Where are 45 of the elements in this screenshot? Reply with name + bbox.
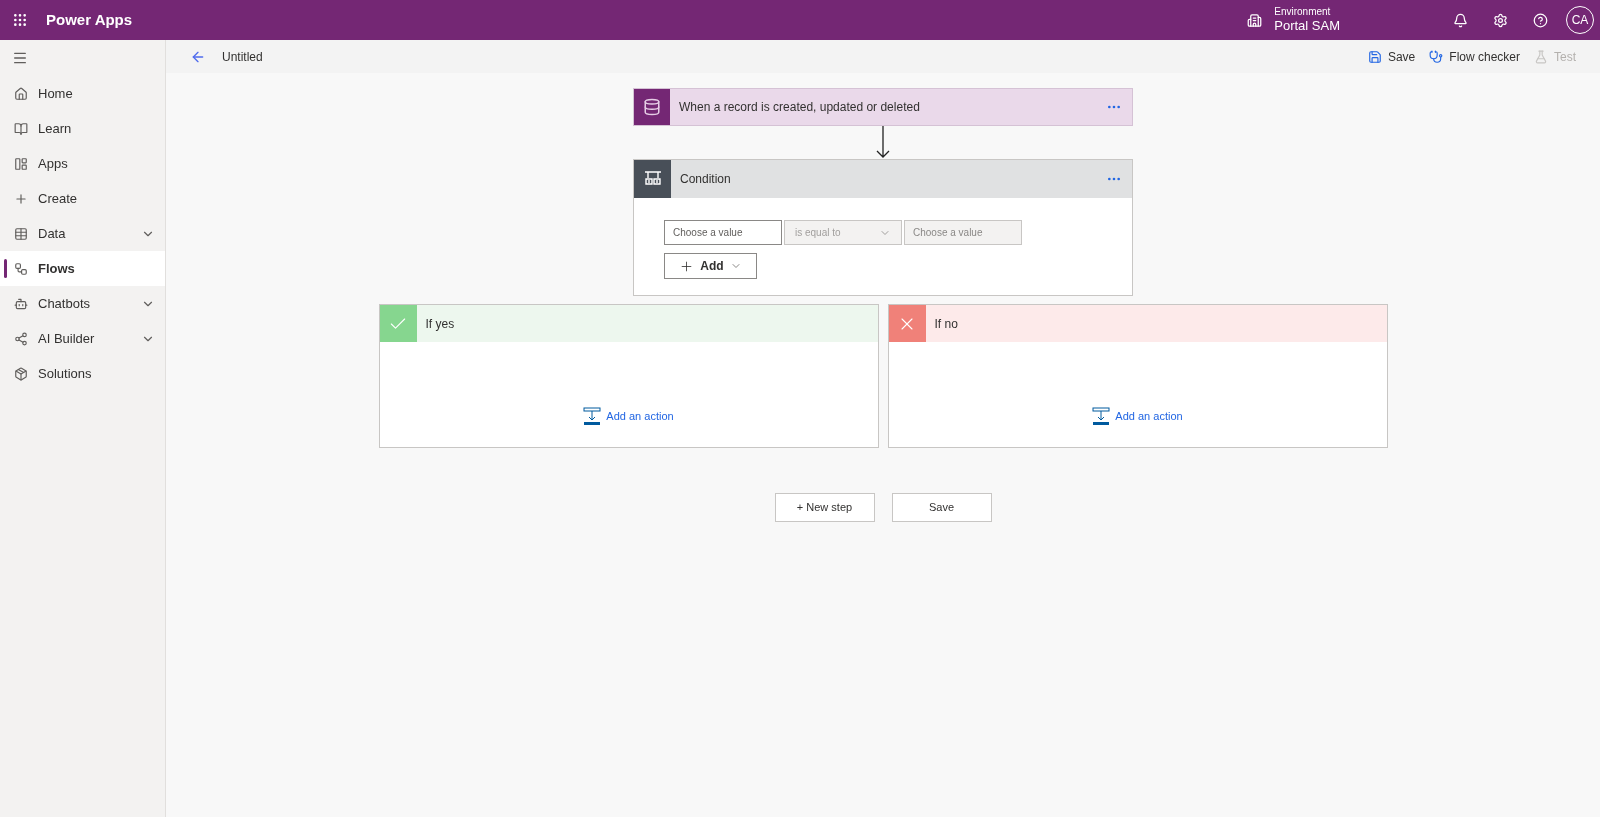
footer-button[interactable]: + New step — [774, 493, 875, 522]
add-button[interactable]: Add — [664, 253, 757, 279]
trigger-title: When a record is created, updated or deleted — [679, 99, 921, 116]
branch-title: If no — [934, 315, 958, 333]
home-icon — [14, 86, 28, 101]
package-icon — [14, 366, 28, 381]
environment-name[interactable]: Portal SAM — [1274, 18, 1340, 35]
flow-title: Untitled — [222, 48, 263, 66]
nodes-icon — [14, 331, 28, 346]
database-icon — [643, 98, 661, 116]
sidebar-item[interactable]: Chatbots — [0, 286, 165, 321]
sidebar-item[interactable]: Create — [0, 181, 165, 216]
condition-title: Condition — [680, 171, 732, 188]
sidebar-item[interactable]: Home — [0, 76, 165, 111]
book-icon — [14, 121, 28, 136]
footer-button[interactable]: Save — [891, 493, 992, 522]
command-button[interactable]: Save — [1367, 47, 1416, 66]
command-button[interactable]: Flow checker — [1429, 47, 1520, 66]
flow-icon — [14, 261, 28, 276]
add-action-link[interactable]: Add an action — [1092, 407, 1183, 425]
add-action-link[interactable]: Add an action — [583, 407, 674, 425]
sidebar-item[interactable]: Data — [0, 216, 165, 251]
branch-title: If yes — [425, 315, 455, 333]
panels-icon — [14, 156, 28, 171]
table-icon — [14, 226, 28, 241]
environment-icon — [1247, 12, 1263, 28]
trigger-card[interactable]: When a record is created, updated or deleted — [633, 88, 1133, 126]
stethoscope-icon — [1429, 49, 1444, 64]
sidebar-item[interactable]: Apps — [0, 146, 165, 181]
plus-icon — [679, 258, 695, 274]
value-field[interactable]: Choose a value — [664, 220, 782, 245]
bot-icon — [14, 296, 28, 311]
sidebar-item[interactable]: Flows — [0, 251, 165, 286]
add-action-icon — [583, 407, 602, 425]
app-title: Power Apps — [46, 9, 133, 30]
add-action-icon — [1092, 407, 1111, 425]
sidebar-item[interactable]: Solutions — [0, 356, 165, 391]
sidebar-item[interactable]: Learn — [0, 111, 165, 146]
plus-icon — [14, 191, 28, 206]
value-field[interactable]: Choose a value — [904, 220, 1022, 245]
connector-arrow — [876, 126, 890, 159]
flask-icon — [1534, 49, 1548, 64]
save-icon — [1367, 49, 1382, 64]
sidebar-item[interactable]: AI Builder — [0, 321, 165, 356]
environment-label: Environment — [1274, 5, 1332, 19]
